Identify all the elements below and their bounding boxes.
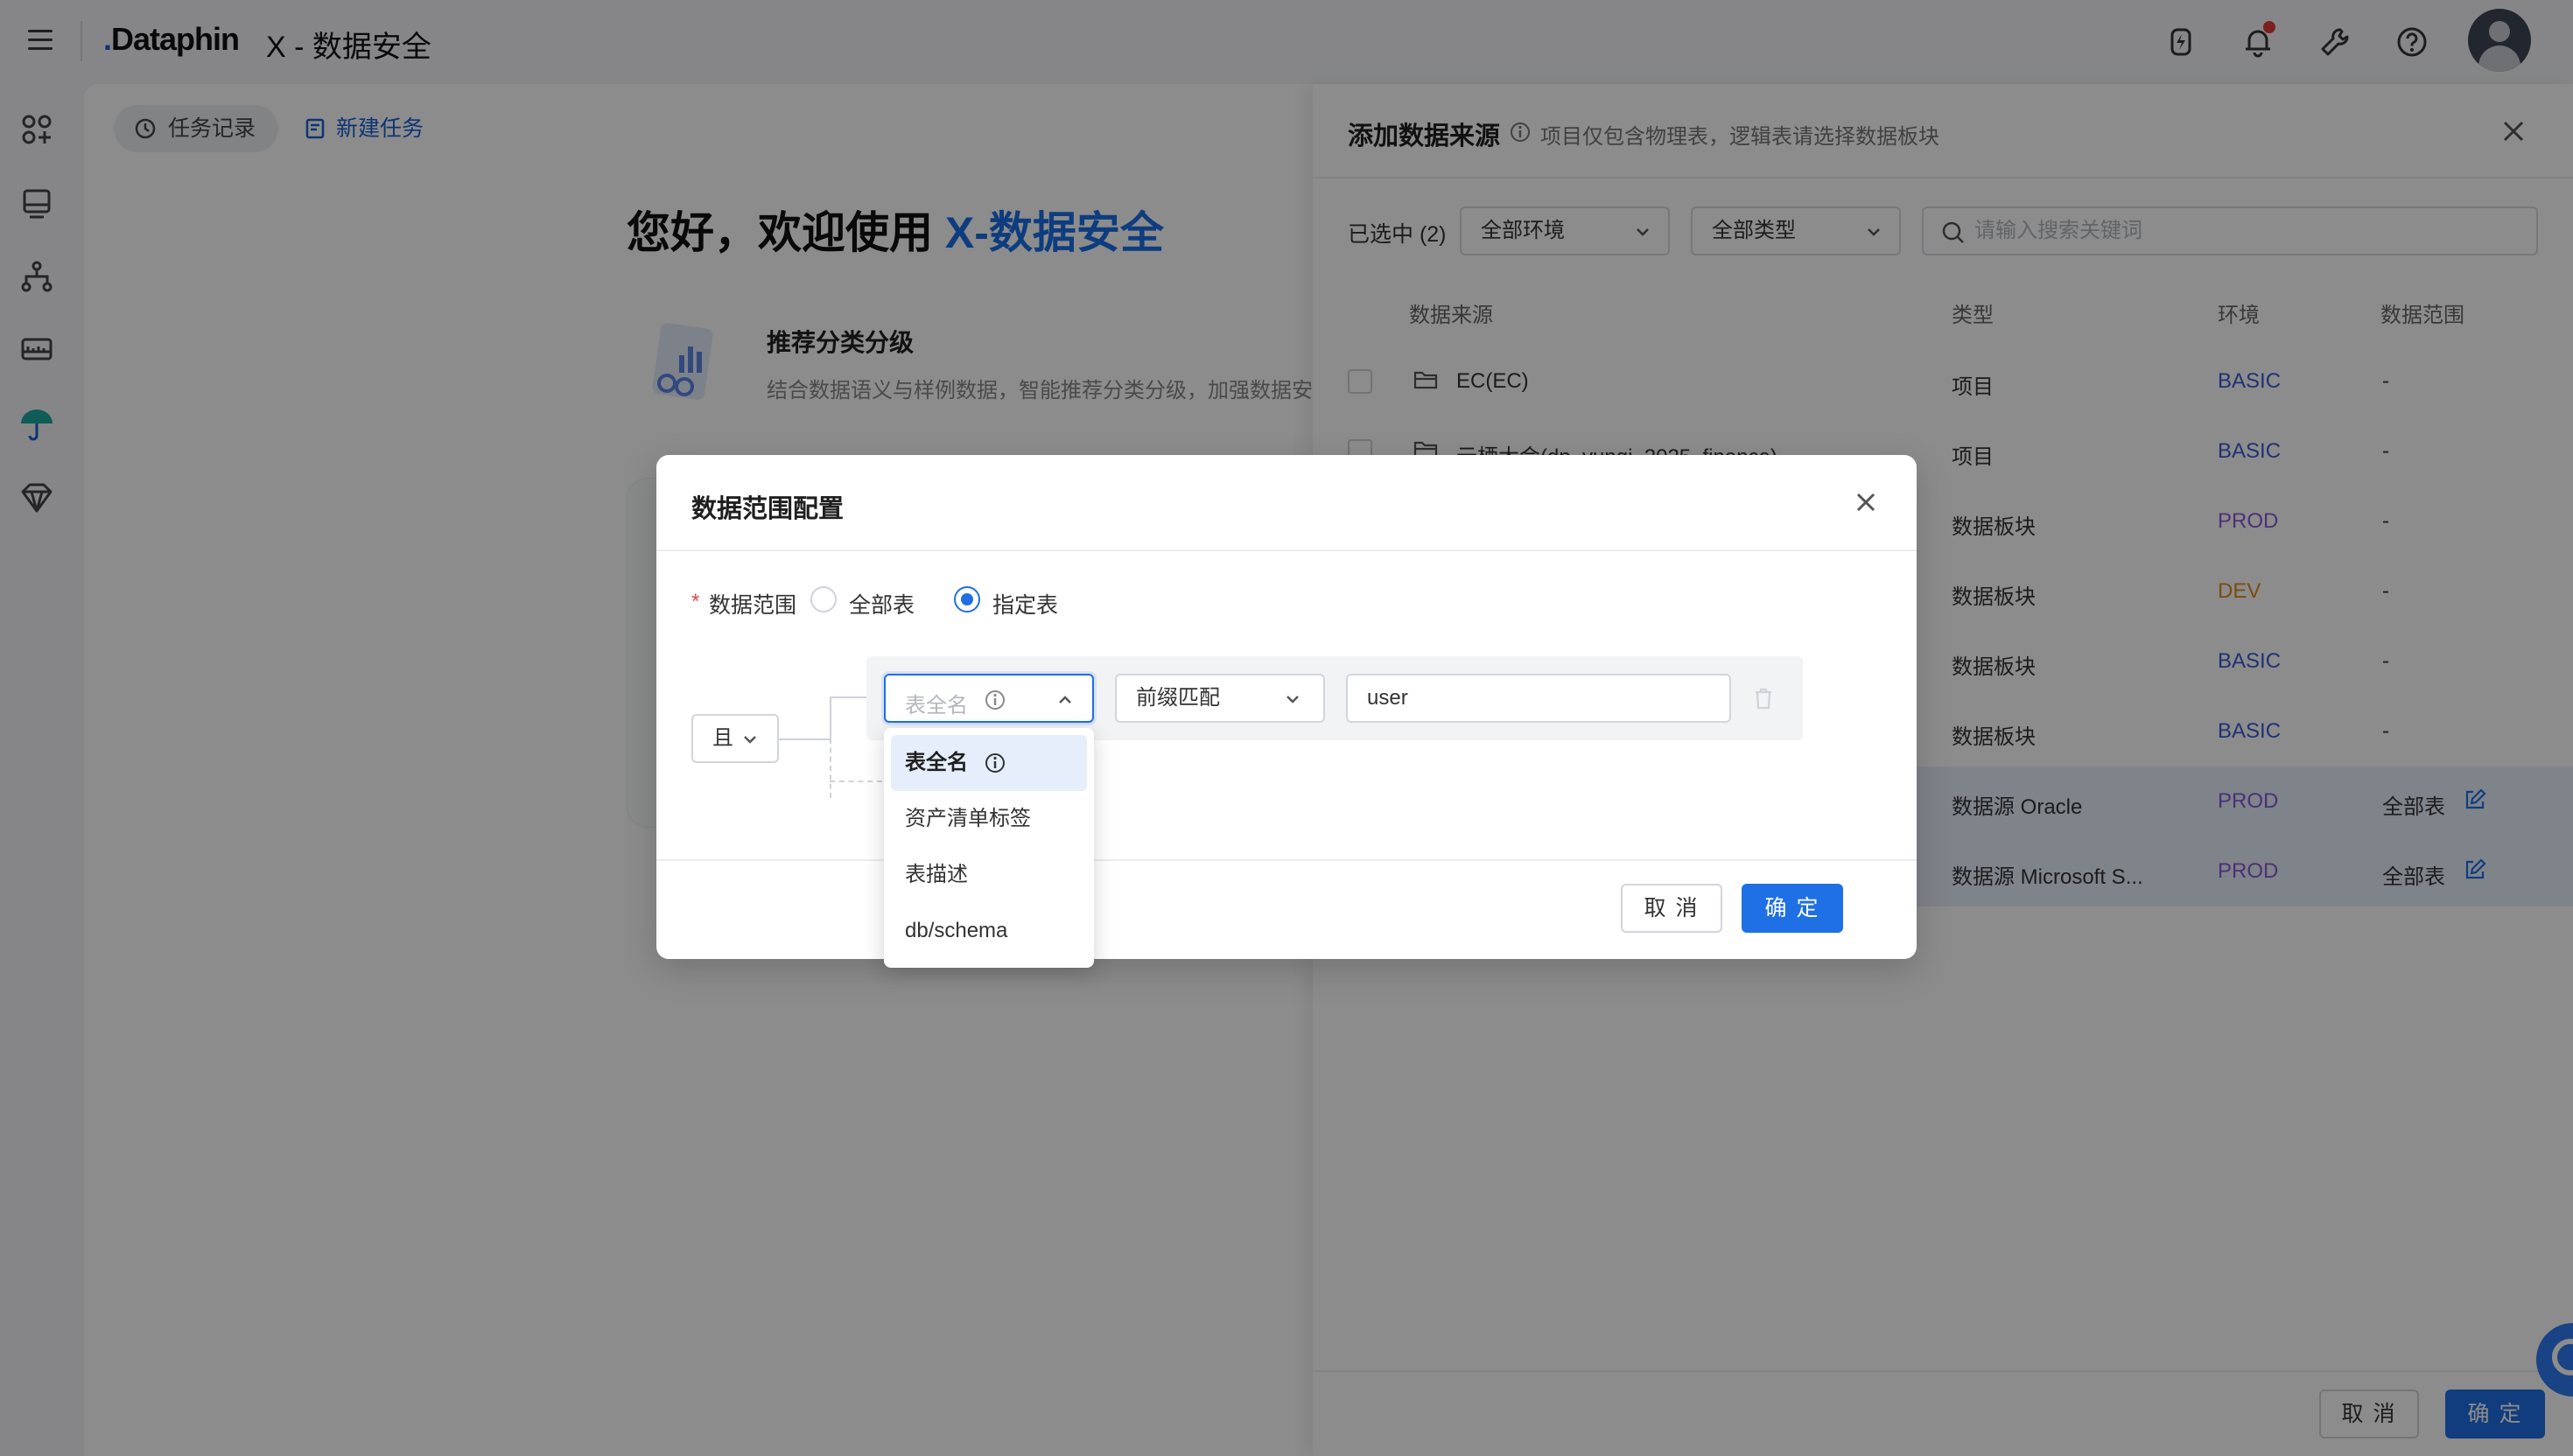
- chevron-down-icon: [1286, 696, 1299, 704]
- modal-cancel-button[interactable]: 取 消: [1621, 884, 1722, 933]
- dropdown-option-asset-tag[interactable]: 资产清单标签: [891, 791, 1087, 847]
- info-icon: [985, 753, 1005, 773]
- radio-specified-tables-label[interactable]: 指定表: [992, 588, 1058, 620]
- divider: [656, 550, 1917, 551]
- data-range-config-modal: 数据范围配置 * 数据范围 全部表 指定表 且 表全名 前缀匹配 user 表全…: [656, 455, 1917, 968]
- chevron-up-icon: [1059, 696, 1071, 704]
- chevron-down-icon: [744, 736, 756, 744]
- field-select-placeholder: 表全名: [905, 694, 968, 718]
- data-range-label: 数据范围: [709, 593, 797, 618]
- option-label: 表全名: [905, 751, 968, 774]
- radio-specified-tables[interactable]: [954, 586, 980, 612]
- divider: [656, 859, 1917, 861]
- radio-all-tables[interactable]: [810, 586, 837, 612]
- tree-connector-dashed: [830, 738, 831, 798]
- radio-all-tables-label[interactable]: 全部表: [849, 588, 915, 620]
- dropdown-option-table-fullname[interactable]: 表全名: [891, 735, 1087, 791]
- trash-icon[interactable]: [1752, 686, 1775, 710]
- logic-operator-select[interactable]: 且: [691, 714, 779, 763]
- logic-operator-value: 且: [712, 726, 733, 750]
- field-select[interactable]: 表全名: [884, 674, 1094, 723]
- match-value-input[interactable]: [1346, 674, 1731, 723]
- dropdown-option-table-description[interactable]: 表描述: [891, 847, 1087, 903]
- modal-title: 数据范围配置: [691, 495, 845, 523]
- info-icon[interactable]: [984, 689, 1006, 711]
- match-type-select[interactable]: 前缀匹配: [1115, 674, 1325, 723]
- tree-connector-dashed: [830, 780, 882, 782]
- modal-confirm-button[interactable]: 确 定: [1742, 884, 1843, 933]
- field-dropdown-menu: 表全名 资产清单标签 表描述 db/schema: [884, 728, 1094, 968]
- tree-connector: [779, 738, 831, 740]
- dropdown-option-db-schema[interactable]: db/schema: [891, 903, 1087, 959]
- tree-connector: [830, 696, 831, 738]
- match-type-value: 前缀匹配: [1136, 686, 1220, 710]
- close-icon[interactable]: [1850, 486, 1882, 518]
- required-asterisk: *: [691, 590, 700, 613]
